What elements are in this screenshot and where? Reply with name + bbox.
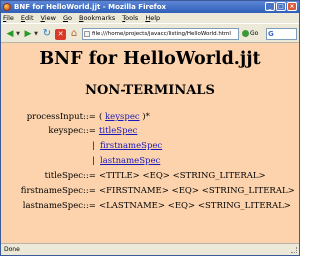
production-separator: ::= (83, 201, 96, 211)
production-row: titleSpec ::= <TITLE> <EQ> <STRING_LITER… (1, 169, 299, 183)
link-titlespec[interactable]: titleSpec (99, 126, 137, 136)
page-content: BNF for HelloWorld.jjt NON-TERMINALS pro… (1, 43, 299, 243)
production-row: processInput ::= ( keyspec )* (1, 110, 299, 124)
page-title: BNF for HelloWorld.jjt (39, 49, 261, 69)
production-row: lastnameSpec ::= <LASTNAME> <EQ> <STRING… (1, 199, 299, 213)
page-icon (84, 31, 90, 37)
production-row: keyspec ::= titleSpec (1, 124, 299, 138)
navigation-toolbar: ◀ ▼ ▶ ▼ ↻ ✕ ⌂ file:///home/projects/java… (1, 23, 299, 43)
reload-icon[interactable]: ↻ (41, 28, 53, 40)
production-rhs: <LASTNAME> <EQ> <STRING_LITERAL> (99, 201, 291, 211)
production-separator: ::= (83, 186, 96, 196)
status-text: Done (4, 246, 20, 253)
go-button[interactable]: Go (242, 28, 264, 40)
production-name: titleSpec (44, 171, 83, 181)
link-lastnamespec[interactable]: lastnameSpec (100, 156, 160, 166)
close-button[interactable]: × (287, 2, 297, 11)
production-rhs: lastnameSpec (100, 154, 160, 168)
production-separator: ::= (83, 126, 96, 136)
production-name: firstnameSpec (20, 186, 83, 196)
url-text: file:///home/projects/javacc/listing/Hel… (92, 31, 231, 37)
menu-tools[interactable]: Tools (122, 13, 138, 23)
stop-icon[interactable]: ✕ (55, 29, 66, 40)
menu-file[interactable]: File (3, 13, 14, 23)
production-rhs: titleSpec (99, 124, 137, 138)
menu-go[interactable]: Go (63, 13, 72, 23)
rhs-suffix: )* (139, 112, 150, 122)
production-rhs: <FIRSTNAME> <EQ> <STRING_LITERAL> (99, 186, 295, 196)
menu-help[interactable]: Help (145, 13, 160, 23)
production-row: | lastnameSpec (1, 154, 299, 168)
link-keyspec[interactable]: keyspec (105, 112, 140, 122)
alternative-bar: | (92, 156, 95, 166)
menu-bar: File Edit View Go Bookmarks Tools Help (1, 13, 299, 23)
production-separator: ::= (83, 112, 96, 122)
go-arrow-icon (242, 30, 249, 37)
production-separator: ::= (83, 171, 96, 181)
alternative-bar: | (92, 141, 95, 151)
browser-window: BNF for HelloWorld.jjt - Mozilla Firefox… (0, 0, 300, 256)
resize-grip-icon[interactable] (291, 247, 297, 253)
window-controls: _ □ × (265, 2, 297, 11)
go-label: Go (250, 30, 259, 37)
production-name: processInput (26, 112, 83, 122)
minimize-button[interactable]: _ (265, 2, 275, 11)
back-dropdown-icon[interactable]: ▼ (15, 28, 21, 40)
firefox-icon (3, 3, 11, 11)
production-rhs: <TITLE> <EQ> <STRING_LITERAL> (99, 171, 266, 181)
search-input[interactable]: G (266, 28, 297, 40)
menu-bookmarks[interactable]: Bookmarks (79, 13, 115, 23)
home-icon[interactable]: ⌂ (68, 28, 80, 40)
url-input[interactable]: file:///home/projects/javacc/listing/Hel… (82, 28, 239, 40)
maximize-button[interactable]: □ (276, 2, 286, 11)
production-rhs: ( keyspec )* (99, 110, 150, 124)
production-row: | firstnameSpec (1, 139, 299, 153)
production-name: lastnameSpec (22, 201, 83, 211)
link-firstnamespec[interactable]: firstnameSpec (100, 141, 162, 151)
section-heading: NON-TERMINALS (85, 83, 215, 98)
production-rhs: firstnameSpec (100, 139, 162, 153)
menu-view[interactable]: View (41, 13, 56, 23)
title-bar[interactable]: BNF for HelloWorld.jjt - Mozilla Firefox… (1, 1, 299, 13)
window-title: BNF for HelloWorld.jjt - Mozilla Firefox (14, 3, 167, 11)
status-bar: Done (1, 243, 299, 255)
production-name: keyspec (48, 126, 83, 136)
production-row: firstnameSpec ::= <FIRSTNAME> <EQ> <STRI… (1, 184, 299, 198)
google-icon: G (268, 30, 274, 38)
forward-dropdown-icon[interactable]: ▼ (33, 28, 39, 40)
menu-edit[interactable]: Edit (21, 13, 34, 23)
